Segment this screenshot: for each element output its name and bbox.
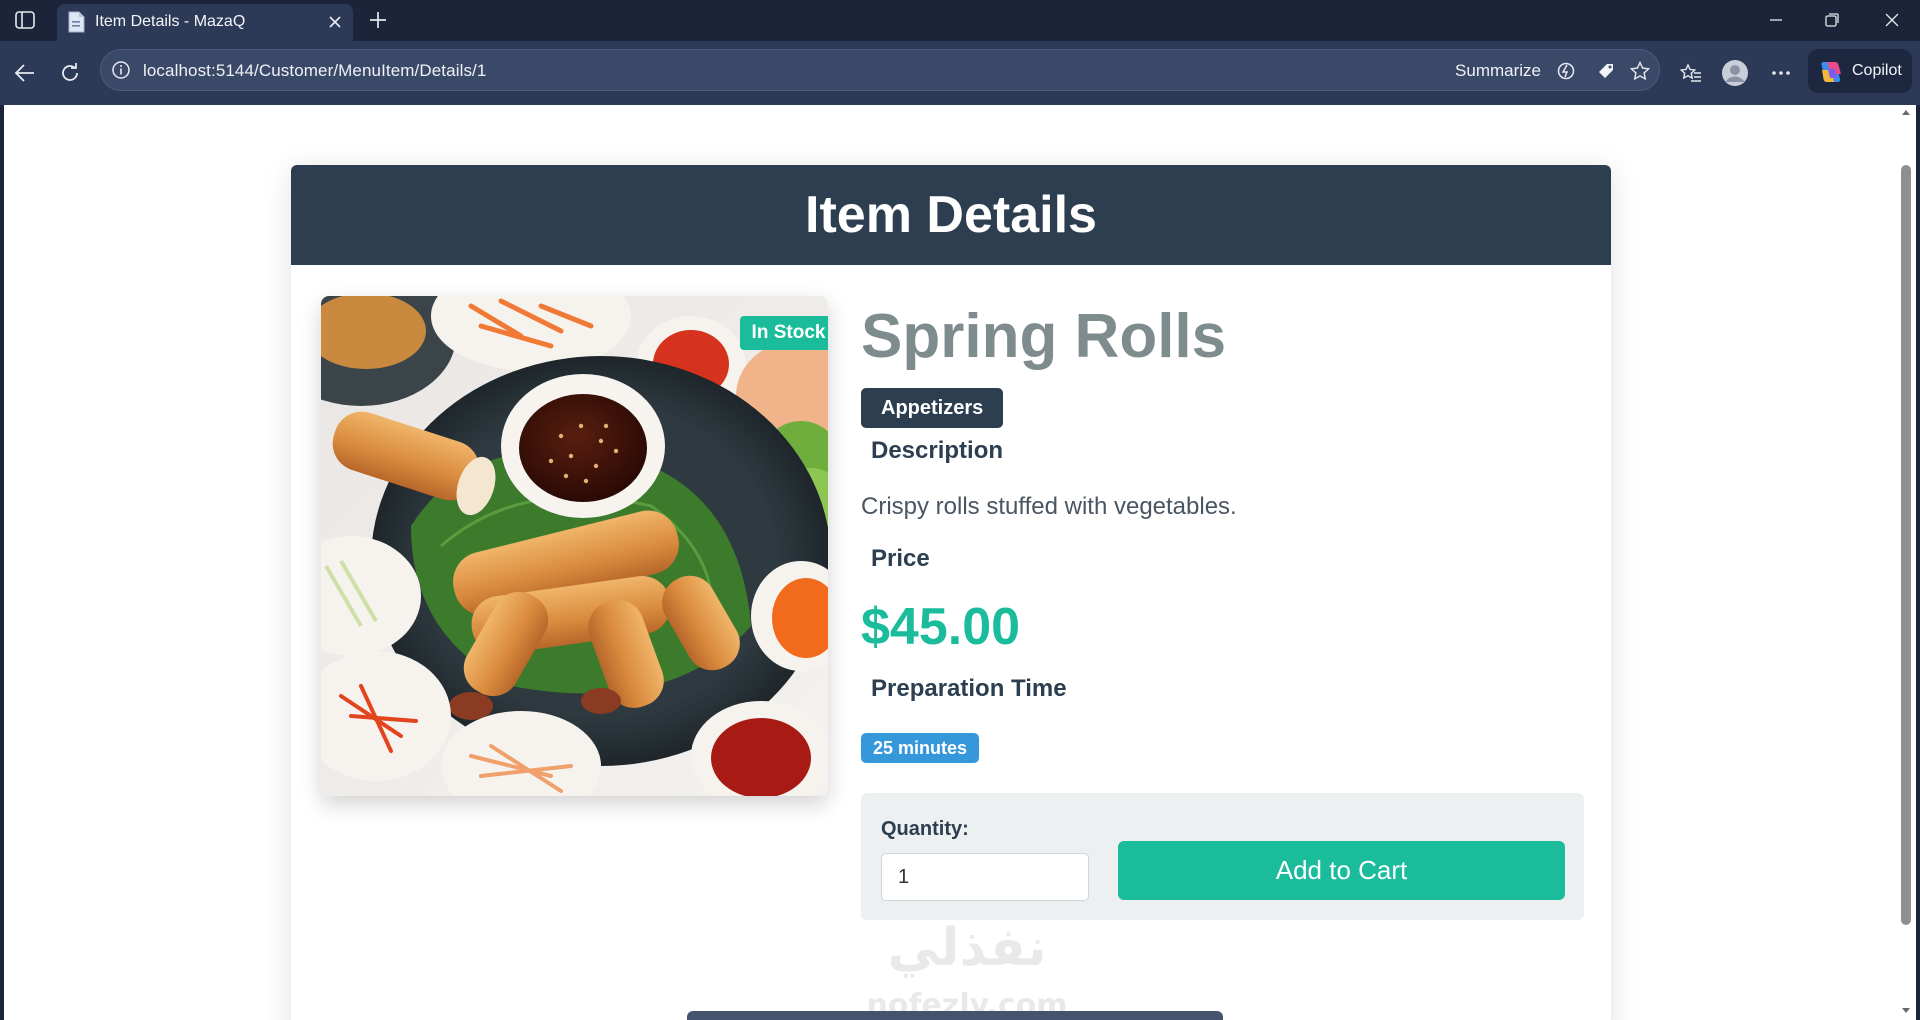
refresh-icon[interactable]: [53, 56, 87, 90]
add-to-cart-button[interactable]: Add to Cart: [1118, 841, 1565, 900]
prep-time-label: Preparation Time: [871, 675, 1067, 702]
horizontal-scroll-indicator[interactable]: [687, 1011, 1223, 1020]
browser-tab-active[interactable]: Item Details - MazaQ: [57, 4, 353, 41]
spring-rolls-photo-image: [321, 296, 828, 796]
item-details-card: Item Details In Stock Spring Rolls Appet…: [291, 165, 1611, 1020]
card-header: Item Details: [291, 165, 1611, 265]
vertical-scrollbar[interactable]: [1896, 105, 1916, 1020]
watermark-logo-icon: نفذلي nofezly.com: [867, 918, 1068, 1020]
url-text[interactable]: localhost:5144/Customer/MenuItem/Details…: [143, 61, 486, 81]
favorites-icon[interactable]: [1674, 56, 1708, 90]
page-viewport: Item Details In Stock Spring Rolls Appet…: [4, 105, 1896, 1020]
sidebar-toggle-icon[interactable]: [12, 8, 38, 32]
summarize-button[interactable]: Summarize: [1455, 61, 1541, 81]
item-name: Spring Rolls: [861, 302, 1227, 371]
new-tab-icon[interactable]: [364, 7, 392, 33]
quantity-input[interactable]: [881, 853, 1089, 901]
performance-icon[interactable]: [1555, 60, 1577, 82]
browser-toolbar: localhost:5144/Customer/MenuItem/Details…: [0, 41, 1920, 105]
site-info-icon[interactable]: [111, 60, 131, 80]
description-text: Crispy rolls stuffed with vegetables.: [861, 493, 1237, 520]
more-options-icon[interactable]: [1764, 56, 1798, 90]
browser-titlebar: Item Details - MazaQ: [0, 0, 1920, 41]
prep-time-badge: 25 minutes: [861, 733, 980, 763]
copilot-logo-icon: [1818, 59, 1844, 85]
address-bar[interactable]: localhost:5144/Customer/MenuItem/Details…: [100, 49, 1660, 91]
page-favicon-icon: [67, 11, 85, 33]
quantity-label: Quantity:: [881, 818, 969, 840]
price-label: Price: [871, 545, 930, 572]
page-title: Item Details: [805, 186, 1097, 244]
back-icon[interactable]: [8, 56, 42, 90]
description-label: Description: [871, 437, 1004, 464]
copilot-button[interactable]: Copilot: [1808, 49, 1912, 93]
stock-status-badge: In Stock: [740, 316, 828, 350]
close-window-icon[interactable]: [1870, 6, 1914, 34]
tag-icon[interactable]: [1595, 60, 1617, 82]
scroll-down-icon[interactable]: [1899, 1004, 1913, 1018]
favorite-star-icon[interactable]: [1629, 60, 1651, 82]
tab-title: Item Details - MazaQ: [95, 13, 246, 30]
item-photo: In Stock: [321, 296, 828, 796]
close-tab-icon[interactable]: [323, 10, 347, 34]
restore-icon[interactable]: [1810, 6, 1854, 34]
scroll-up-icon[interactable]: [1899, 105, 1913, 119]
svg-text:نفذلي: نفذلي: [887, 918, 1046, 978]
scrollbar-thumb[interactable]: [1901, 165, 1911, 925]
profile-avatar[interactable]: [1718, 56, 1752, 90]
price-value: $45.00: [861, 598, 1021, 656]
category-badge: Appetizers: [861, 388, 1004, 428]
add-to-cart-form: Quantity: Add to Cart: [861, 793, 1584, 920]
minimize-icon[interactable]: [1754, 6, 1798, 34]
copilot-label: Copilot: [1852, 62, 1902, 79]
